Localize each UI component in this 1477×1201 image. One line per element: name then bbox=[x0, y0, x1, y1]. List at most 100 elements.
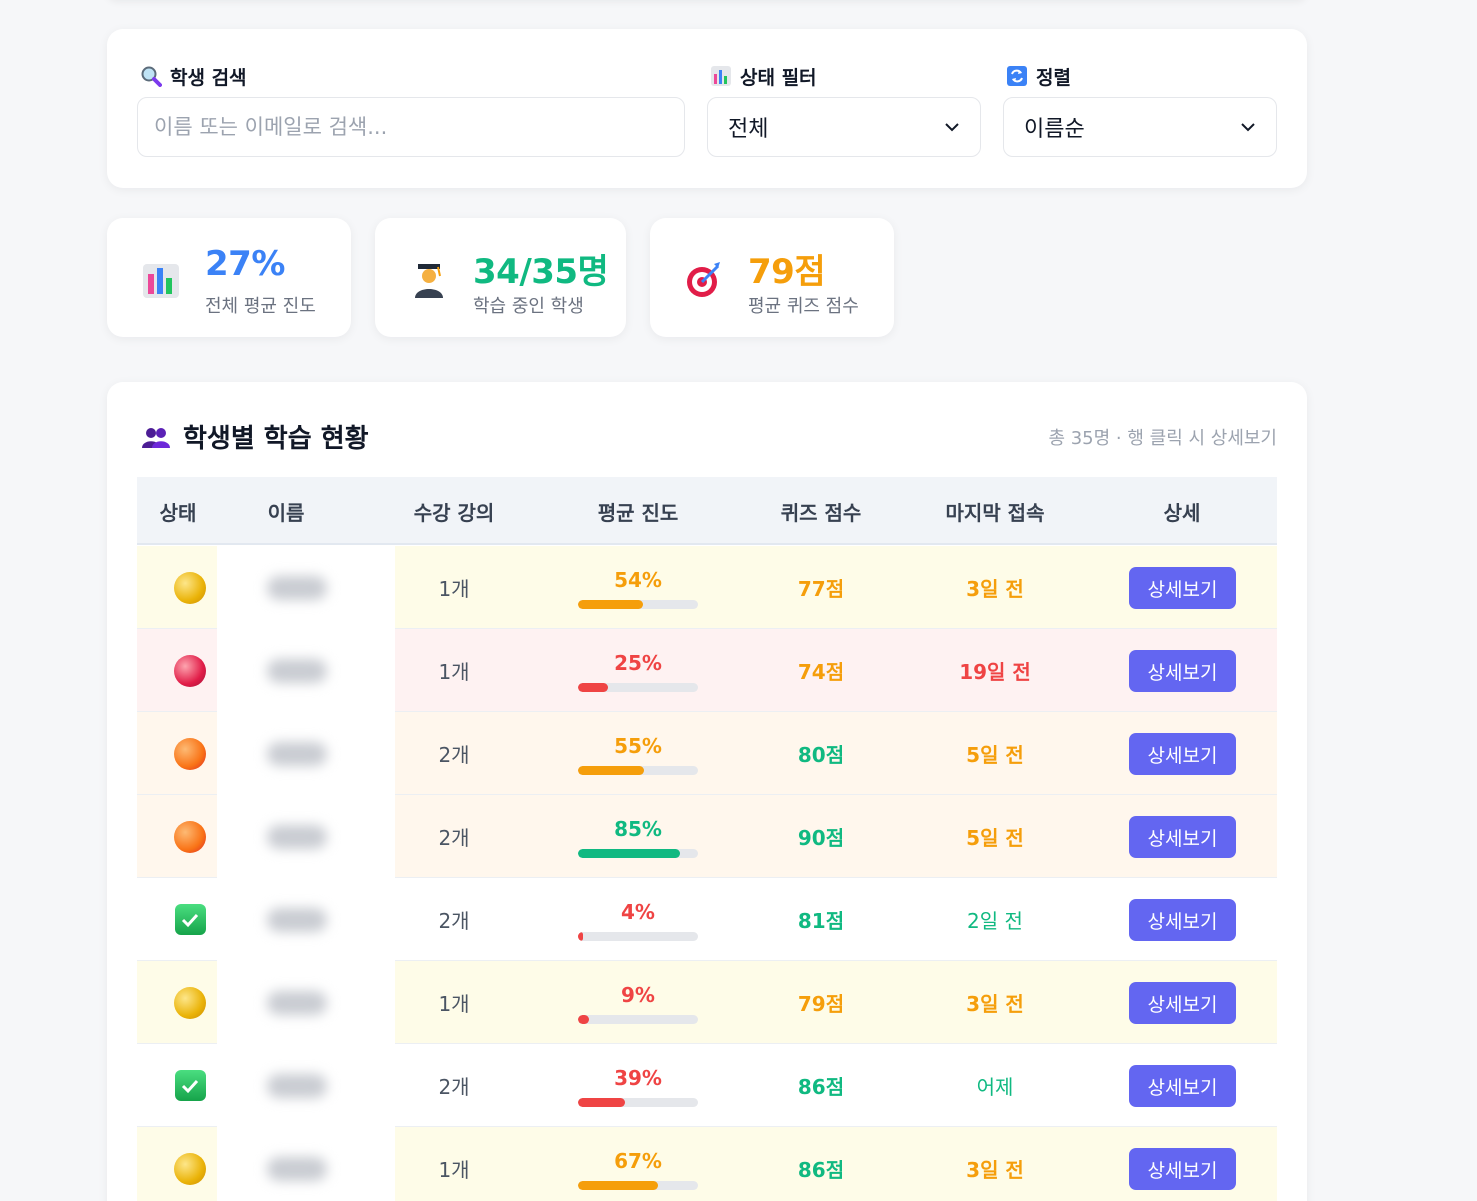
quiz-score: 90점 bbox=[797, 826, 845, 850]
student-name-blurred bbox=[217, 961, 395, 1044]
filter-card: 학생 검색 상태 필터 전체 정렬 이름순 bbox=[107, 29, 1307, 188]
progress-bar bbox=[578, 932, 698, 941]
progress-bar bbox=[578, 600, 698, 609]
last-access: 3일 전 bbox=[966, 1158, 1024, 1182]
last-access: 어제 bbox=[976, 1075, 1014, 1099]
course-count: 1개 bbox=[438, 660, 470, 684]
detail-button[interactable]: 상세보기 bbox=[1129, 1065, 1236, 1107]
detail-button[interactable]: 상세보기 bbox=[1129, 1148, 1236, 1190]
student-table-card: 학생별 학습 현황 총 35명 · 행 클릭 시 상세보기 상태 이름 수강 강… bbox=[107, 382, 1307, 1201]
progress-bar bbox=[578, 1015, 698, 1024]
status-cell bbox=[155, 546, 225, 629]
bar-chart-icon bbox=[710, 65, 732, 87]
people-icon bbox=[142, 427, 170, 448]
table-row[interactable]: 2개 85% 90점 5일 전 상세보기 bbox=[137, 795, 1277, 878]
course-count: 2개 bbox=[438, 909, 470, 933]
last-access: 2일 전 bbox=[967, 909, 1023, 933]
progress-cell: 67% bbox=[578, 1127, 698, 1201]
stat-card-progress: 27% 전체 평균 진도 bbox=[107, 218, 351, 337]
status-cell bbox=[155, 961, 225, 1044]
stat-value: 34/35명 bbox=[473, 252, 609, 292]
table-meta: 총 35명 · 행 클릭 시 상세보기 bbox=[1048, 428, 1277, 449]
header-courses: 수강 강의 bbox=[413, 500, 495, 525]
status-cell bbox=[155, 629, 225, 712]
course-count: 2개 bbox=[438, 826, 470, 850]
search-input[interactable] bbox=[154, 115, 668, 139]
progress-cell: 39% bbox=[578, 1044, 698, 1127]
table-row[interactable]: 1개 9% 79점 3일 전 상세보기 bbox=[137, 961, 1277, 1044]
progress-bar bbox=[578, 1181, 698, 1190]
status-filter-select[interactable]: 전체 bbox=[707, 97, 981, 157]
progress-bar bbox=[578, 1098, 698, 1107]
chevron-down-icon bbox=[1241, 123, 1255, 132]
progress-cell: 55% bbox=[578, 712, 698, 795]
detail-button[interactable]: 상세보기 bbox=[1129, 982, 1236, 1024]
table-header: 상태 이름 수강 강의 평균 진도 퀴즈 점수 마지막 접속 상세 bbox=[137, 477, 1277, 545]
course-count: 1개 bbox=[438, 577, 470, 601]
quiz-score: 79점 bbox=[797, 992, 845, 1016]
quiz-score: 81점 bbox=[797, 909, 845, 933]
last-access: 3일 전 bbox=[966, 577, 1024, 601]
magnifier-icon bbox=[140, 65, 162, 87]
progress-cell: 54% bbox=[578, 546, 698, 629]
student-icon bbox=[415, 264, 443, 298]
status-cell bbox=[155, 878, 225, 961]
table-row[interactable]: 1개 67% 86점 3일 전 상세보기 bbox=[137, 1127, 1277, 1201]
progress-bar bbox=[578, 849, 698, 858]
sort-field: 정렬 bbox=[1006, 63, 1071, 89]
stat-value: 27% bbox=[205, 244, 285, 284]
progress-bar-fill bbox=[578, 1098, 625, 1107]
quiz-score: 86점 bbox=[797, 1075, 845, 1099]
course-count: 1개 bbox=[438, 992, 470, 1016]
header-name: 이름 bbox=[267, 500, 305, 525]
progress-percent: 4% bbox=[621, 900, 655, 924]
check-icon bbox=[174, 904, 206, 935]
table-row[interactable]: 2개 55% 80점 5일 전 상세보기 bbox=[137, 712, 1277, 795]
search-label: 학생 검색 bbox=[170, 66, 247, 89]
table-row[interactable]: 1개 25% 74점 19일 전 상세보기 bbox=[137, 629, 1277, 712]
stat-label: 전체 평균 진도 bbox=[205, 296, 316, 317]
course-count: 2개 bbox=[438, 743, 470, 767]
search-input-box[interactable] bbox=[137, 97, 685, 157]
red-circle-icon bbox=[174, 654, 206, 687]
header-last-access: 마지막 접속 bbox=[945, 500, 1045, 525]
student-name-blurred bbox=[217, 878, 395, 961]
progress-bar-fill bbox=[578, 766, 644, 775]
detail-button[interactable]: 상세보기 bbox=[1129, 650, 1236, 692]
stat-card-students: 34/35명 학습 중인 학생 bbox=[375, 218, 626, 337]
progress-percent: 39% bbox=[614, 1066, 662, 1090]
last-access: 5일 전 bbox=[966, 826, 1024, 850]
target-icon bbox=[687, 262, 720, 297]
progress-percent: 54% bbox=[614, 568, 662, 592]
orange-circle-icon bbox=[174, 820, 206, 853]
detail-button[interactable]: 상세보기 bbox=[1129, 733, 1236, 775]
student-name-blurred bbox=[217, 629, 395, 712]
table-row[interactable]: 1개 54% 77점 3일 전 상세보기 bbox=[137, 546, 1277, 629]
bar-chart-icon bbox=[143, 264, 179, 298]
progress-bar bbox=[578, 683, 698, 692]
sort-value: 이름순 bbox=[1024, 117, 1085, 142]
status-filter-value: 전체 bbox=[728, 117, 769, 142]
chevron-down-icon bbox=[945, 123, 959, 132]
status-filter-field: 상태 필터 bbox=[710, 63, 817, 89]
progress-bar-fill bbox=[578, 932, 583, 941]
status-cell bbox=[155, 795, 225, 878]
table-title: 학생별 학습 현황 bbox=[141, 418, 369, 455]
yellow-circle-icon bbox=[174, 571, 206, 604]
table-row[interactable]: 2개 39% 86점 어제 상세보기 bbox=[137, 1044, 1277, 1127]
stat-label: 평균 퀴즈 점수 bbox=[748, 296, 859, 317]
header-score: 퀴즈 점수 bbox=[780, 500, 862, 525]
course-count: 2개 bbox=[438, 1075, 470, 1099]
table-row[interactable]: 2개 4% 81점 2일 전 상세보기 bbox=[137, 878, 1277, 961]
stat-value: 79점 bbox=[748, 252, 826, 292]
progress-percent: 9% bbox=[621, 983, 655, 1007]
student-name-blurred bbox=[217, 546, 395, 629]
progress-bar-fill bbox=[578, 849, 680, 858]
header-status: 상태 bbox=[159, 500, 197, 525]
quiz-score: 77점 bbox=[797, 577, 845, 601]
detail-button[interactable]: 상세보기 bbox=[1129, 899, 1236, 941]
progress-bar-fill bbox=[578, 1181, 659, 1190]
sort-select[interactable]: 이름순 bbox=[1003, 97, 1277, 157]
detail-button[interactable]: 상세보기 bbox=[1129, 567, 1236, 609]
detail-button[interactable]: 상세보기 bbox=[1129, 816, 1236, 858]
